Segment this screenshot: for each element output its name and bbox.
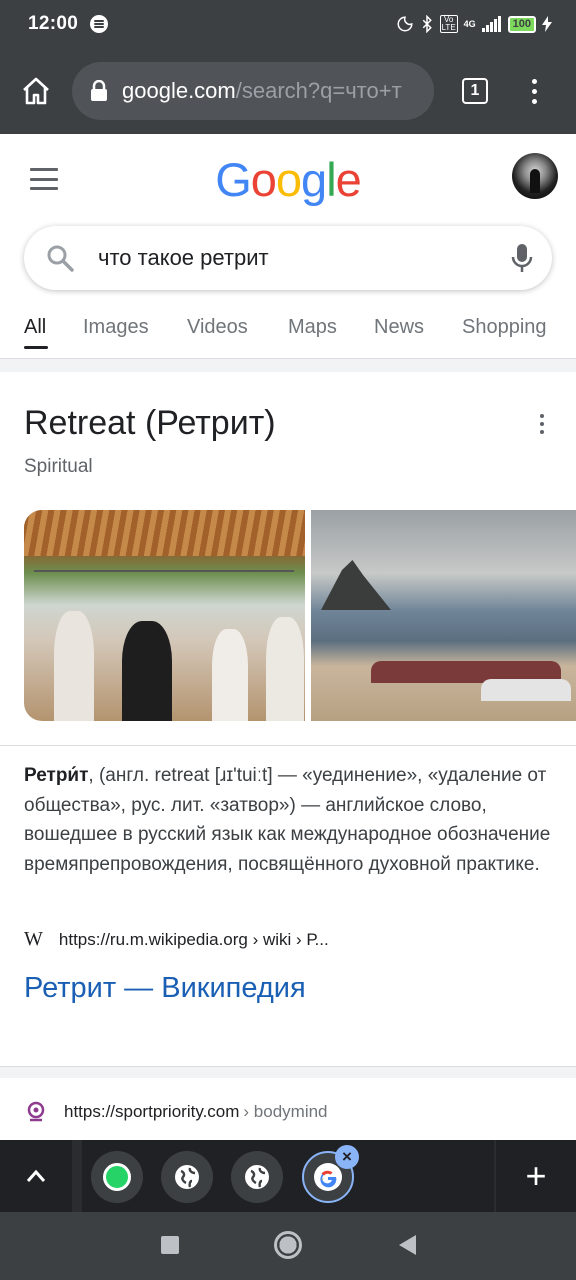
home-icon: [23, 77, 49, 105]
kp-desc-term: Ретри́т: [24, 765, 89, 786]
wikipedia-link[interactable]: Ретрит — Википедия: [24, 972, 306, 1005]
google-header: Google: [0, 134, 576, 224]
network-label: 4G: [463, 19, 476, 29]
result-host: https://sportpriority.com: [64, 1102, 240, 1121]
kp-divider: [0, 745, 576, 746]
knowledge-panel: Retreat (Ретрит) Spiritual Ретри́т, (анг…: [0, 372, 576, 1066]
google-logo-letter: l: [326, 153, 337, 206]
search-tabs: All Images Videos Maps News Shopping: [0, 310, 576, 360]
battery-indicator: 100: [507, 15, 536, 33]
search-box[interactable]: что такое ретрит: [24, 226, 552, 290]
lock-icon: [91, 80, 107, 101]
status-bar: 12:00 Vo LTE 4G 100: [0, 0, 576, 48]
home-system-button[interactable]: [274, 1231, 302, 1259]
search-query[interactable]: что такое ретрит: [98, 245, 269, 271]
tab-images[interactable]: Images: [83, 316, 149, 339]
google-logo-letter: o: [250, 153, 277, 206]
back-button[interactable]: [399, 1235, 416, 1255]
search-icon: [47, 245, 74, 272]
kp-source-url: https://ru.m.wikipedia.org › wiki › Р...: [58, 929, 329, 949]
url-path: /search?q=что+т: [235, 78, 402, 103]
google-g-icon: [314, 1163, 342, 1191]
url-host: google.com: [122, 78, 236, 103]
google-logo-letter: e: [335, 153, 362, 206]
home-button[interactable]: [0, 48, 72, 134]
microphone-icon[interactable]: [510, 243, 534, 273]
active-tab-indicator: [24, 346, 48, 349]
kp-subtitle: Spiritual: [24, 456, 93, 477]
volte-label: Vo LTE: [439, 15, 458, 33]
tab-switcher-button[interactable]: 1: [462, 78, 488, 104]
browser-toolbar: google.com/search?q=что+т 1: [0, 48, 576, 134]
tab-news[interactable]: News: [374, 316, 424, 339]
status-icons: Vo LTE 4G 100: [396, 15, 552, 33]
result-sportpriority[interactable]: https://sportpriority.com › bodymind: [24, 1100, 328, 1124]
browser-menu-button[interactable]: [532, 78, 537, 104]
globe-icon: [245, 1165, 269, 1189]
bubble-bar: [0, 1140, 576, 1212]
moon-icon: [397, 16, 413, 32]
whatsapp-bubble[interactable]: [91, 1151, 143, 1203]
result-path: › bodymind: [243, 1102, 328, 1121]
close-bubble-button[interactable]: ×: [335, 1145, 359, 1169]
site-favicon-icon: [27, 1101, 45, 1122]
retreat-image-1[interactable]: [24, 510, 305, 721]
tab-all[interactable]: All: [24, 316, 46, 339]
expand-bubbles-button[interactable]: [0, 1140, 72, 1212]
wikipedia-icon: W: [24, 928, 43, 950]
chevron-up-icon: [26, 1169, 46, 1182]
section-divider-2: [0, 1066, 576, 1078]
globe-bubble-1[interactable]: [161, 1151, 213, 1203]
new-bubble-button[interactable]: +: [494, 1140, 576, 1212]
signal-icon: [481, 16, 501, 32]
kp-description: Ретри́т, (англ. retreat [ɹɪ'tuiːt] — «уе…: [24, 761, 552, 879]
account-avatar[interactable]: [512, 153, 558, 199]
google-logo-letter: g: [301, 153, 327, 206]
google-logo-letter: G: [215, 153, 252, 206]
recents-button[interactable]: [161, 1236, 179, 1254]
retreat-image-2[interactable]: [311, 510, 576, 721]
kp-title: Retreat (Ретрит): [24, 404, 276, 442]
google-logo-letter: o: [275, 153, 302, 206]
globe-bubble-2[interactable]: [231, 1151, 283, 1203]
tab-shopping[interactable]: Shopping: [462, 316, 547, 339]
status-time: 12:00: [28, 13, 79, 34]
bluetooth-icon: [422, 15, 432, 33]
tab-videos[interactable]: Videos: [187, 316, 248, 339]
kp-desc-text: , (англ. retreat [ɹɪ'tuiːt] — «уединение…: [24, 765, 551, 875]
section-divider: [0, 358, 576, 372]
globe-icon: [175, 1165, 199, 1189]
spotify-icon: [90, 15, 109, 33]
address-bar[interactable]: google.com/search?q=что+т: [72, 62, 434, 120]
more-options-icon[interactable]: [540, 414, 544, 434]
google-logo[interactable]: Google: [0, 152, 576, 207]
tab-maps[interactable]: Maps: [288, 316, 337, 339]
kp-source[interactable]: W https://ru.m.wikipedia.org › wiki › Р.…: [24, 928, 329, 951]
charging-icon: [542, 16, 552, 32]
